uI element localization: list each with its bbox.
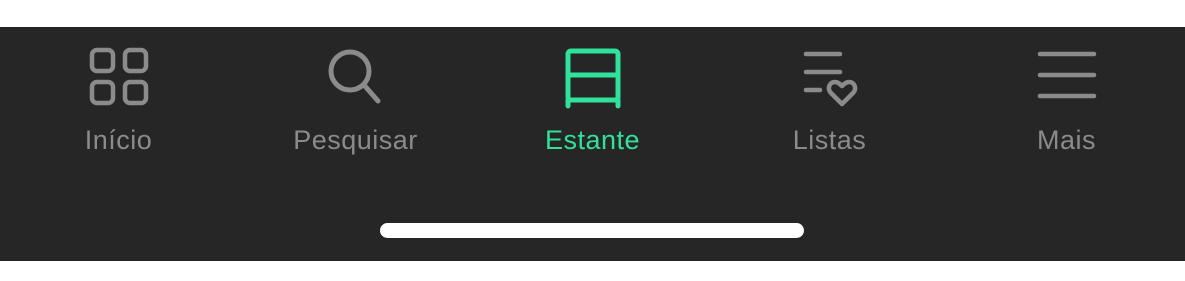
tab-estante[interactable]: Estante: [474, 27, 711, 177]
bottom-tab-bar: Início Pesquisar Estante Listas Mais: [0, 27, 1185, 261]
bookshelf-icon: [561, 46, 625, 110]
home-indicator[interactable]: [380, 223, 804, 238]
tab-estante-label: Estante: [544, 125, 641, 155]
tab-inicio[interactable]: Início: [0, 27, 237, 177]
grid-icon: [87, 46, 151, 110]
tab-listas-label: Listas: [792, 125, 867, 155]
tab-inicio-label: Início: [84, 125, 153, 155]
tab-mais-label: Mais: [1036, 125, 1096, 155]
menu-icon: [1035, 46, 1099, 110]
search-icon: [324, 46, 388, 110]
tab-pesquisar[interactable]: Pesquisar: [237, 27, 474, 177]
tab-listas[interactable]: Listas: [711, 27, 948, 177]
tab-pesquisar-label: Pesquisar: [293, 125, 418, 155]
tab-mais[interactable]: Mais: [948, 27, 1185, 177]
list-heart-icon: [798, 46, 862, 110]
